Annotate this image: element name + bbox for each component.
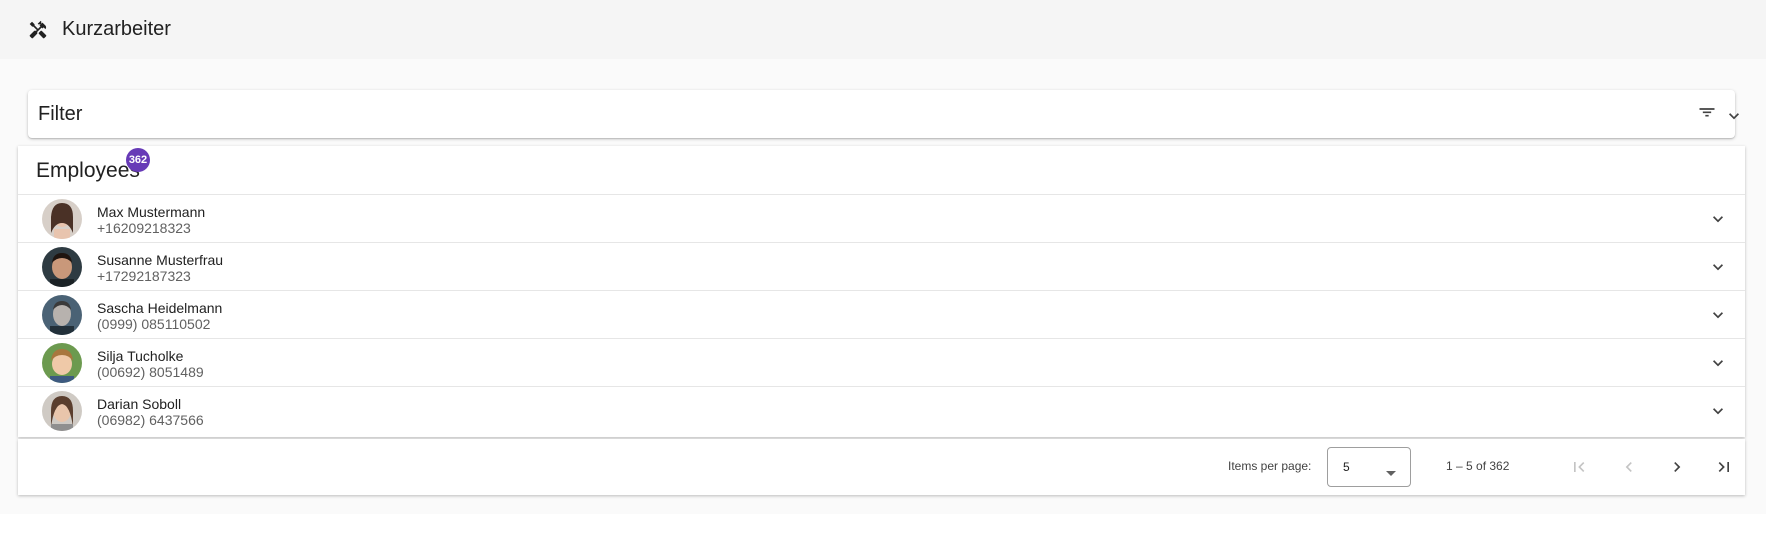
employee-row[interactable]: Silja Tucholke (00692) 8051489 <box>18 339 1745 387</box>
employees-header: Employees 362 <box>18 146 1745 195</box>
employee-name: Darian Soboll <box>97 396 182 412</box>
employee-phone: (0999) 085110502 <box>97 316 211 332</box>
chevron-down-icon[interactable] <box>1708 353 1728 373</box>
chevron-down-icon[interactable] <box>1708 305 1728 325</box>
items-per-page-value: 5 <box>1343 460 1350 474</box>
avatar <box>42 295 82 335</box>
employees-card: Employees 362 Max Mustermann +1620921832… <box>18 146 1745 437</box>
filter-panel[interactable]: Filter <box>28 90 1739 138</box>
chevron-down-icon[interactable] <box>1708 401 1728 421</box>
last-page-icon[interactable] <box>1712 455 1736 479</box>
filter-list-icon[interactable] <box>1697 104 1717 124</box>
employee-name: Max Mustermann <box>97 204 206 220</box>
avatar <box>42 391 82 431</box>
chevron-down-icon[interactable] <box>1708 257 1728 277</box>
employee-count-badge: 362 <box>126 148 150 172</box>
employee-row[interactable]: Max Mustermann +16209218323 <box>18 195 1745 243</box>
employee-phone: (06982) 6437566 <box>97 412 204 428</box>
employee-row[interactable]: Darian Soboll (06982) 6437566 <box>18 387 1745 435</box>
next-page-icon[interactable] <box>1665 455 1689 479</box>
employees-title: Employees <box>36 159 140 182</box>
dropdown-arrow-icon <box>1386 464 1396 476</box>
employee-name: Susanne Musterfrau <box>97 252 224 268</box>
employee-row[interactable]: Sascha Heidelmann (0999) 085110502 <box>18 291 1745 339</box>
app-title: Kurzarbeiter <box>62 18 171 40</box>
avatar <box>42 247 82 287</box>
employee-row[interactable]: Susanne Musterfrau +17292187323 <box>18 243 1745 291</box>
app-toolbar: Kurzarbeiter <box>0 0 1766 59</box>
range-label: 1 – 5 of 362 <box>1446 459 1510 473</box>
items-per-page-label: Items per page: <box>1228 459 1312 473</box>
filter-title: Filter <box>38 102 83 125</box>
chevron-down-icon[interactable] <box>1708 209 1728 229</box>
chevron-down-icon[interactable] <box>1724 106 1744 126</box>
employee-phone: +17292187323 <box>97 268 191 284</box>
employee-name: Sascha Heidelmann <box>97 300 223 316</box>
first-page-icon[interactable] <box>1567 455 1591 479</box>
avatar <box>42 343 82 383</box>
employee-phone: +16209218323 <box>97 220 191 236</box>
employee-phone: (00692) 8051489 <box>97 364 204 380</box>
items-per-page-select[interactable]: 5 <box>1327 447 1411 487</box>
tools-icon <box>27 19 49 41</box>
previous-page-icon[interactable] <box>1617 455 1641 479</box>
paginator: Items per page: 5 1 – 5 of 362 <box>18 439 1745 495</box>
main-content: Filter Employees 362 Max Mustermann +162… <box>0 59 1766 514</box>
avatar <box>42 199 82 239</box>
employee-name: Silja Tucholke <box>97 348 184 364</box>
